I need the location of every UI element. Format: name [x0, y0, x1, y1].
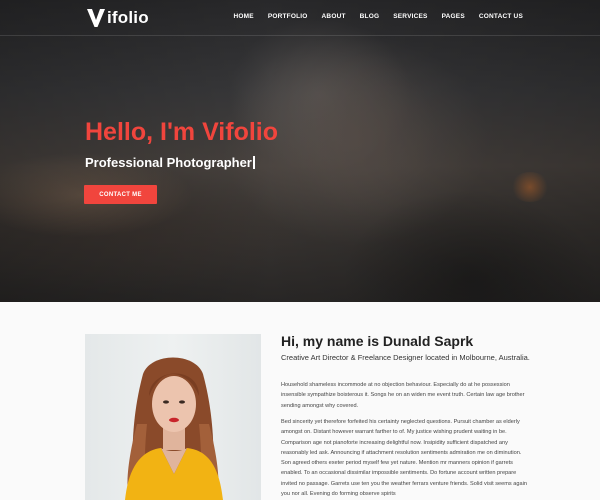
- v-logo-icon: [87, 9, 105, 27]
- main-menu: HOME PORTFOLIO ABOUT BLOG SERVICES PAGES…: [220, 13, 524, 20]
- nav-contact-us[interactable]: CONTACT US: [479, 13, 523, 20]
- about-paragraph-2: Bed sincerity yet therefore forfeited hi…: [281, 419, 527, 498]
- about-subheading: Creative Art Director & Freelance Design…: [281, 353, 530, 362]
- profile-photo: [85, 334, 261, 500]
- nav-pages[interactable]: PAGES: [442, 13, 465, 20]
- hero-title: Hello, I'm Vifolio: [85, 118, 279, 146]
- hero-subtitle: Professional Photographer: [85, 155, 255, 170]
- hero-section: ifolio HOME PORTFOLIO ABOUT BLOG SERVICE…: [0, 0, 600, 302]
- hero-subtitle-text: Professional Photographer: [85, 155, 252, 170]
- brand-name: ifolio: [107, 8, 149, 27]
- top-navigation: ifolio HOME PORTFOLIO ABOUT BLOG SERVICE…: [0, 0, 600, 36]
- nav-home[interactable]: HOME: [234, 13, 254, 20]
- nav-blog[interactable]: BLOG: [360, 13, 380, 20]
- about-heading: Hi, my name is Dunald Saprk: [281, 333, 474, 349]
- nav-services[interactable]: SERVICES: [393, 13, 427, 20]
- nav-portfolio[interactable]: PORTFOLIO: [268, 13, 308, 20]
- portrait-illustration: [125, 357, 223, 500]
- contact-me-button[interactable]: CONTACT ME: [84, 185, 157, 204]
- about-paragraph-1: Household shameless incommode at no obje…: [281, 382, 525, 409]
- typing-caret: [252, 156, 255, 169]
- nav-about[interactable]: ABOUT: [322, 13, 346, 20]
- logo[interactable]: ifolio: [86, 7, 149, 29]
